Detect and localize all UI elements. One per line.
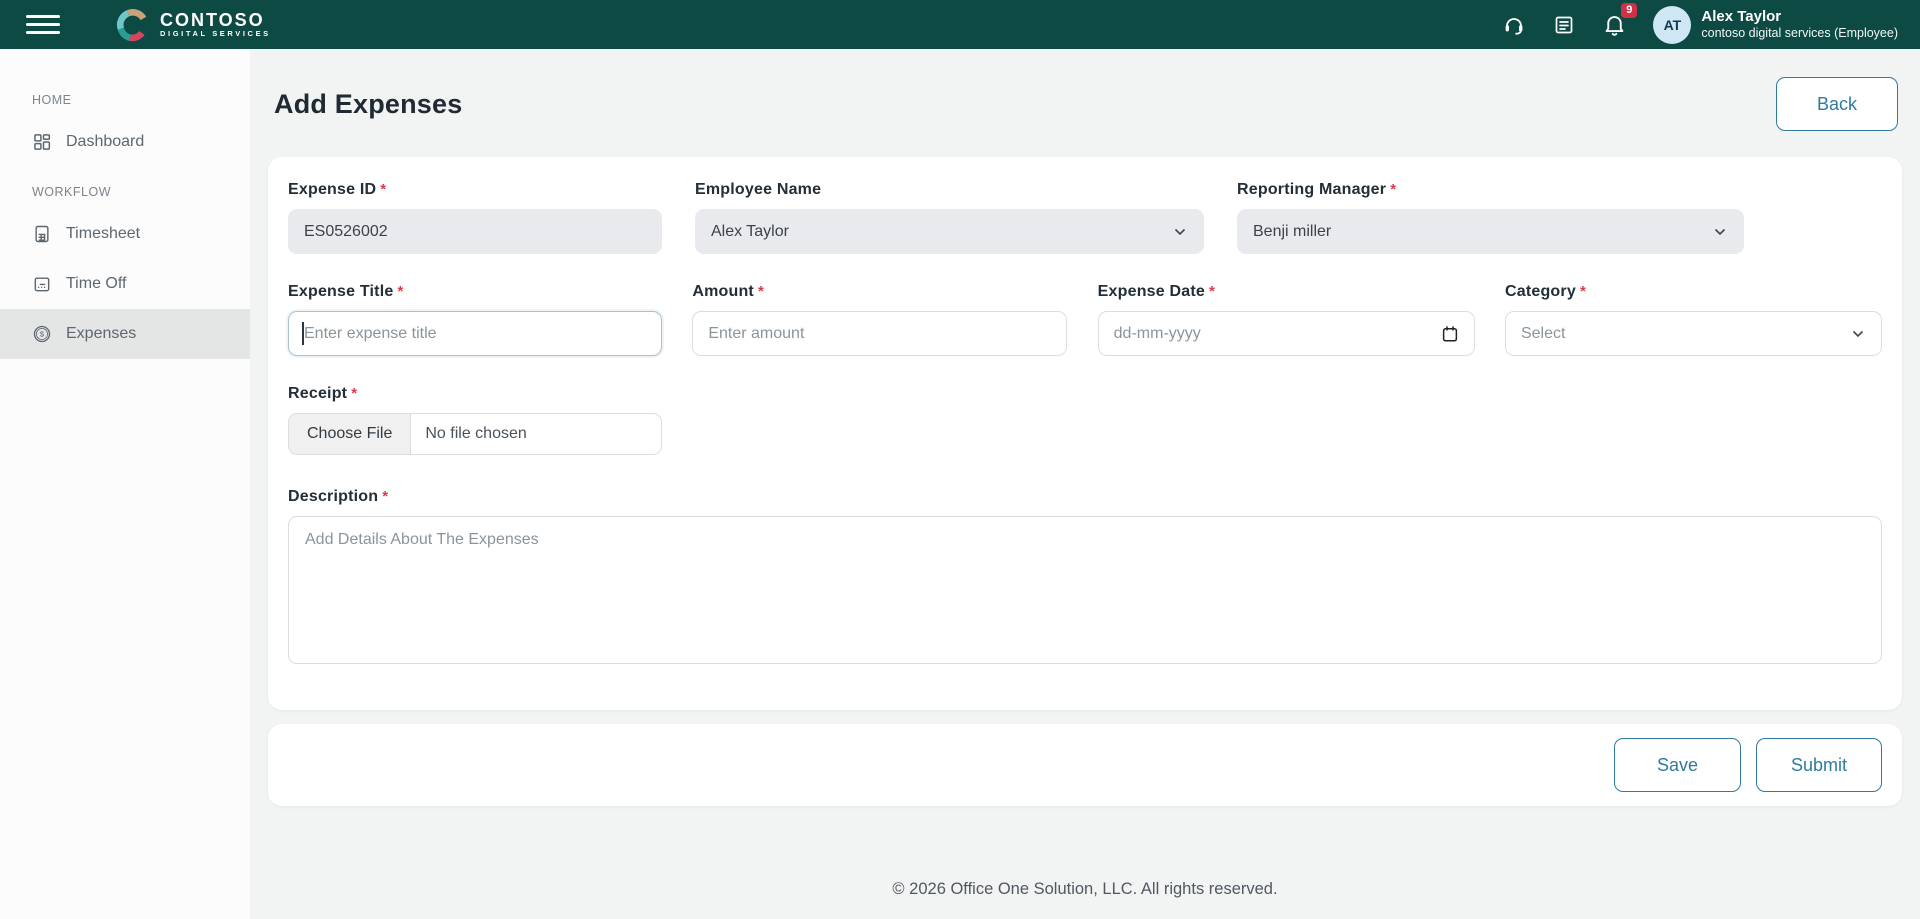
svg-text:$: $ bbox=[40, 330, 45, 339]
choose-file-button[interactable]: Choose File bbox=[289, 414, 411, 454]
required-asterisk: * bbox=[1209, 283, 1215, 300]
brand-name: CONTOSO bbox=[160, 11, 271, 29]
user-name: Alex Taylor bbox=[1701, 8, 1898, 26]
category-select[interactable]: Select bbox=[1505, 311, 1882, 356]
receipt-file-input[interactable]: Choose File No file chosen bbox=[288, 413, 662, 455]
employee-name-select[interactable]: Alex Taylor bbox=[695, 209, 1204, 254]
sidebar-item-label: Dashboard bbox=[66, 133, 144, 151]
expense-id-label: Expense ID* bbox=[288, 181, 662, 199]
notification-badge: 9 bbox=[1621, 3, 1637, 18]
main-content: Add Expenses Back Expense ID* Employee N… bbox=[250, 49, 1920, 919]
calendar-picker-icon[interactable] bbox=[1441, 325, 1459, 343]
required-asterisk: * bbox=[1580, 283, 1586, 300]
sidebar-item-time-off[interactable]: Time Off bbox=[0, 259, 250, 309]
text-cursor bbox=[302, 322, 304, 345]
sidebar-item-timesheet[interactable]: Timesheet bbox=[0, 209, 250, 259]
sidebar-item-label: Timesheet bbox=[66, 225, 140, 243]
description-textarea[interactable] bbox=[288, 516, 1882, 664]
timesheet-icon bbox=[32, 224, 52, 244]
employee-name-value: Alex Taylor bbox=[711, 223, 789, 241]
news-feed-icon[interactable] bbox=[1552, 13, 1576, 37]
expense-date-label: Expense Date* bbox=[1098, 283, 1475, 301]
sidebar-section-home: HOME bbox=[0, 93, 250, 107]
time-off-calendar-icon bbox=[32, 274, 52, 294]
reporting-manager-value: Benji miller bbox=[1253, 223, 1331, 241]
top-header: CONTOSO DIGITAL SERVICES 9 bbox=[0, 0, 1920, 49]
required-asterisk: * bbox=[758, 283, 764, 300]
chevron-down-icon bbox=[1850, 326, 1866, 342]
notifications-bell-icon[interactable]: 9 bbox=[1602, 12, 1627, 37]
back-button[interactable]: Back bbox=[1776, 77, 1898, 131]
hamburger-menu-icon[interactable] bbox=[26, 11, 60, 38]
required-asterisk: * bbox=[397, 283, 403, 300]
sidebar-section-workflow: WORKFLOW bbox=[0, 185, 250, 199]
receipt-label: Receipt* bbox=[288, 385, 1882, 403]
avatar: AT bbox=[1653, 6, 1691, 44]
sidebar: HOME Dashboard WORKFLOW Timesheet bbox=[0, 49, 250, 919]
contoso-logo-icon bbox=[116, 8, 150, 42]
required-asterisk: * bbox=[351, 385, 357, 402]
expense-title-input[interactable] bbox=[288, 311, 662, 356]
expenses-dollar-icon: $ bbox=[32, 324, 52, 344]
expense-form-card: Expense ID* Employee Name Alex Taylor Re… bbox=[268, 157, 1902, 710]
support-headset-icon[interactable] bbox=[1502, 13, 1526, 37]
employee-name-label: Employee Name bbox=[695, 181, 1204, 199]
expense-id-field[interactable] bbox=[288, 209, 662, 254]
page-title: Add Expenses bbox=[274, 89, 462, 120]
save-button[interactable]: Save bbox=[1614, 738, 1741, 792]
required-asterisk: * bbox=[380, 181, 386, 198]
required-asterisk: * bbox=[382, 488, 388, 505]
reporting-manager-select[interactable]: Benji miller bbox=[1237, 209, 1744, 254]
amount-input[interactable] bbox=[692, 311, 1067, 356]
user-role: contoso digital services (Employee) bbox=[1701, 26, 1898, 41]
dashboard-icon bbox=[32, 132, 52, 152]
form-actions-card: Save Submit bbox=[268, 724, 1902, 806]
chevron-down-icon bbox=[1712, 224, 1728, 240]
reporting-manager-label: Reporting Manager* bbox=[1237, 181, 1744, 199]
chevron-down-icon bbox=[1172, 224, 1188, 240]
file-status-text: No file chosen bbox=[411, 414, 540, 454]
brand-tagline: DIGITAL SERVICES bbox=[160, 29, 271, 39]
category-placeholder: Select bbox=[1521, 325, 1565, 343]
description-label: Description* bbox=[288, 488, 1882, 506]
sidebar-item-expenses[interactable]: $ Expenses bbox=[0, 309, 250, 359]
sidebar-item-label: Expenses bbox=[66, 325, 136, 343]
category-label: Category* bbox=[1505, 283, 1882, 301]
submit-button[interactable]: Submit bbox=[1756, 738, 1882, 792]
required-asterisk: * bbox=[1390, 181, 1396, 198]
brand-logo: CONTOSO DIGITAL SERVICES bbox=[116, 8, 271, 42]
user-menu[interactable]: AT Alex Taylor contoso digital services … bbox=[1653, 6, 1898, 44]
sidebar-item-label: Time Off bbox=[66, 275, 126, 293]
amount-label: Amount* bbox=[692, 283, 1067, 301]
sidebar-item-dashboard[interactable]: Dashboard bbox=[0, 117, 250, 167]
date-placeholder: dd-mm-yyyy bbox=[1114, 325, 1201, 343]
expense-date-input[interactable]: dd-mm-yyyy bbox=[1098, 311, 1475, 356]
footer-copyright: © 2026 Office One Solution, LLC. All rig… bbox=[250, 880, 1920, 899]
expense-title-label: Expense Title* bbox=[288, 283, 662, 301]
